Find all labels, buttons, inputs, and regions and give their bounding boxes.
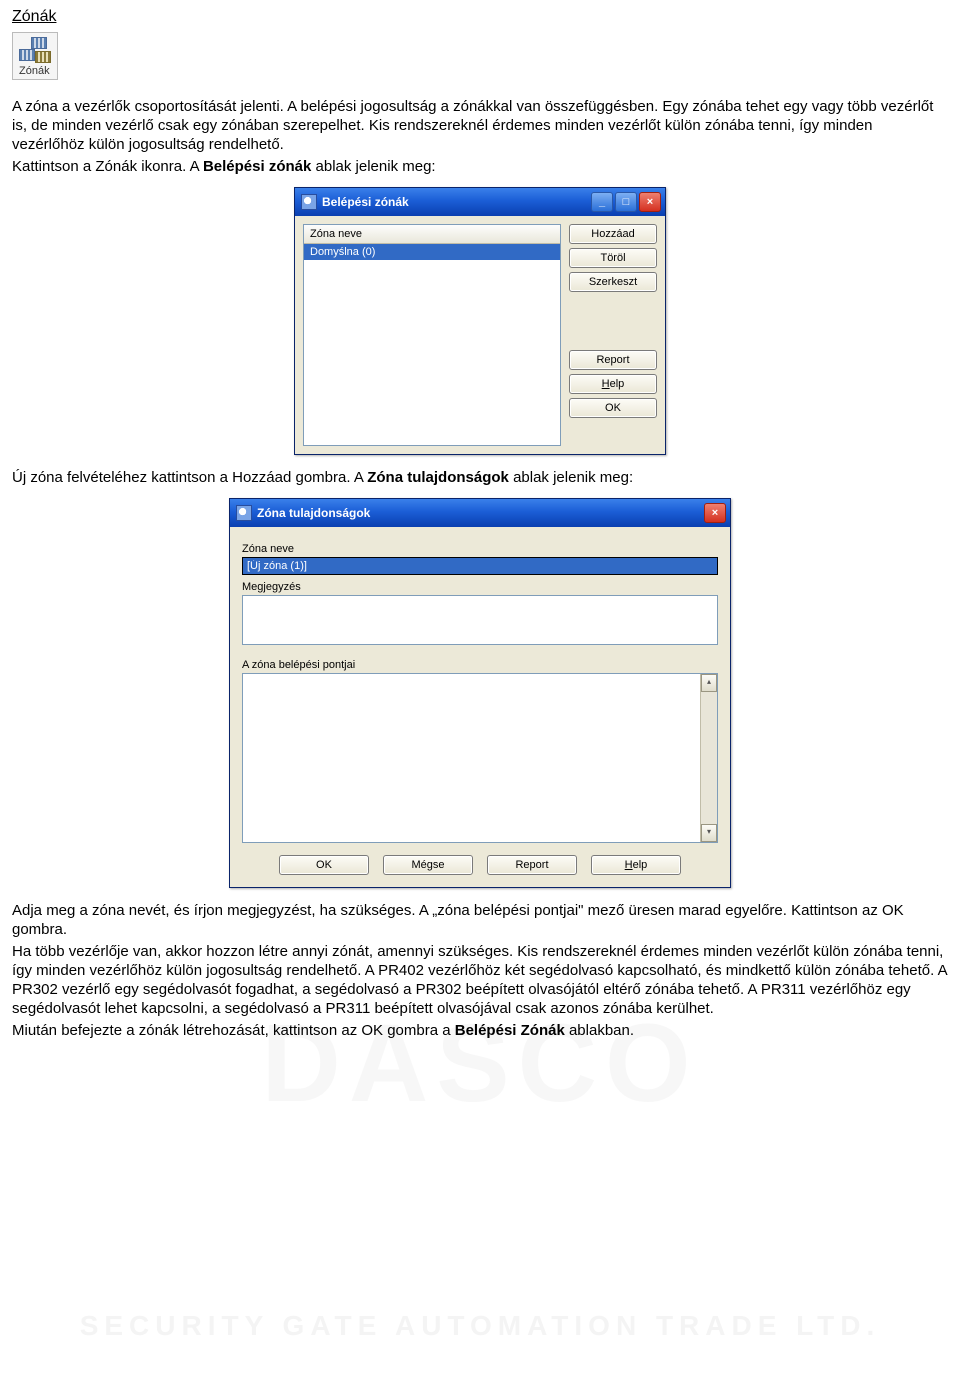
scroll-down-icon[interactable]: ▾	[701, 824, 717, 842]
close-button[interactable]: ×	[639, 192, 661, 212]
intro-paragraph-1: A zóna a vezérlők csoportosítását jelent…	[12, 98, 948, 154]
cancel-button[interactable]: Mégse	[383, 855, 473, 875]
zone-name-input[interactable]	[242, 557, 718, 575]
maximize-button[interactable]: □	[615, 192, 637, 212]
zones-toolbar-label: Zónák	[19, 65, 50, 77]
zones-toolbar-button[interactable]: Zónák	[12, 32, 58, 80]
zone-name-label: Zóna neve	[242, 543, 718, 555]
outro-paragraph-2: Ha több vezérlője van, akkor hozzon létr…	[12, 943, 948, 1018]
scroll-up-icon[interactable]: ▴	[701, 674, 717, 692]
props-window-titlebar[interactable]: Zóna tulajdonságok ×	[230, 499, 730, 527]
ok-button[interactable]: OK	[569, 398, 657, 418]
report-button[interactable]: Report	[569, 350, 657, 370]
props-window-title: Zóna tulajdonságok	[257, 506, 370, 520]
zones-icon	[19, 37, 51, 63]
memo-label: Megjegyzés	[242, 581, 718, 593]
zones-window-title: Belépési zónák	[322, 195, 409, 209]
zones-window: Belépési zónák _ □ × Zóna neve Domyślna …	[294, 187, 666, 455]
edit-button[interactable]: Szerkeszt	[569, 272, 657, 292]
outro-paragraph-3: Miután befejezte a zónák létrehozását, k…	[12, 1022, 948, 1041]
intro-paragraph-2: Kattintson a Zónák ikonra. A Belépési zó…	[12, 158, 948, 177]
zone-properties-window: Zóna tulajdonságok × Zóna neve Megjegyzé…	[229, 498, 731, 888]
watermark-sub: SECURITY GATE AUTOMATION TRADE LTD.	[0, 1310, 960, 1342]
window-icon	[236, 505, 252, 521]
zones-window-titlebar[interactable]: Belépési zónák _ □ ×	[295, 188, 665, 216]
mid-paragraph: Új zóna felvételéhez kattintson a Hozzáa…	[12, 469, 948, 488]
help-button[interactable]: Help	[591, 855, 681, 875]
close-button[interactable]: ×	[704, 503, 726, 523]
scrollbar[interactable]: ▴ ▾	[700, 674, 717, 842]
delete-button[interactable]: Töröl	[569, 248, 657, 268]
window-icon	[301, 194, 317, 210]
zones-list-item-selected[interactable]: Domyślna (0)	[304, 244, 560, 260]
entry-points-label: A zóna belépési pontjai	[242, 659, 718, 671]
entry-points-listbox[interactable]: ▴ ▾	[242, 673, 718, 843]
report-button[interactable]: Report	[487, 855, 577, 875]
add-button[interactable]: Hozzáad	[569, 224, 657, 244]
memo-textarea[interactable]	[242, 595, 718, 645]
ok-button[interactable]: OK	[279, 855, 369, 875]
page-title: Zónák	[12, 8, 948, 26]
help-button[interactable]: Help	[569, 374, 657, 394]
zones-list[interactable]: Zóna neve Domyślna (0)	[303, 224, 561, 446]
minimize-button[interactable]: _	[591, 192, 613, 212]
zones-list-header[interactable]: Zóna neve	[304, 225, 560, 244]
outro-paragraph-1: Adja meg a zóna nevét, és írjon megjegyz…	[12, 902, 948, 940]
